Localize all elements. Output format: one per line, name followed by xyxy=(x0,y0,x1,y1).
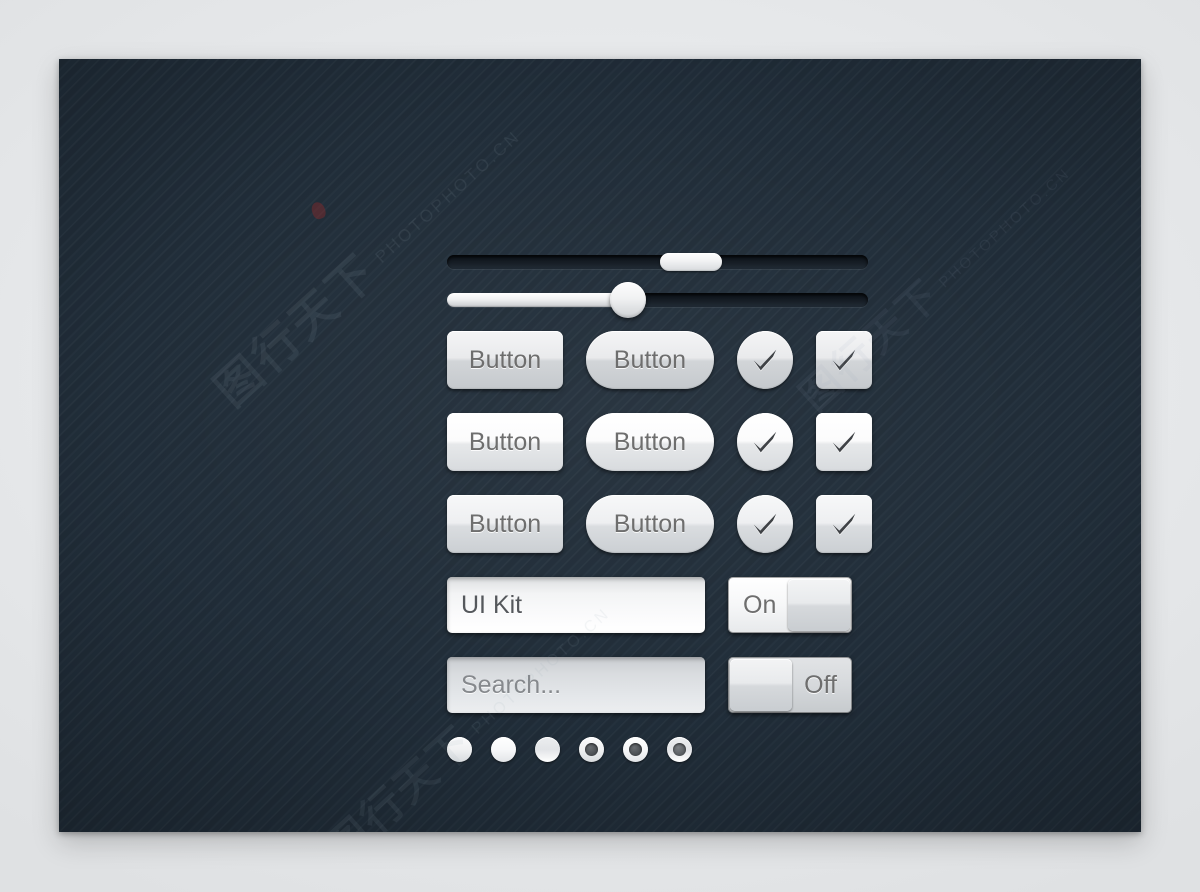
slider-row-bottom xyxy=(447,282,872,318)
rect-button-hover[interactable]: Button xyxy=(447,413,564,471)
checkmark-icon xyxy=(753,513,777,535)
search-field-empty xyxy=(447,657,705,713)
watermark-text: PHOTOPHOTO.CN xyxy=(935,164,1075,292)
slider-bottom-handle[interactable] xyxy=(610,282,647,318)
radio-3[interactable] xyxy=(535,737,560,762)
square-checkbox-normal[interactable] xyxy=(815,331,873,389)
button-row-hover: Button Button xyxy=(447,413,873,471)
widget-stack: Button Button Button Button Button Butto… xyxy=(447,253,873,762)
checkmark-icon xyxy=(832,513,856,535)
toggle-on-knob[interactable] xyxy=(788,579,850,631)
search-input-empty[interactable] xyxy=(447,657,705,713)
ui-kit-panel: 图行天下 PHOTOPHOTO.CN 图行天下 PHOTOPHOTO.CN 图行… xyxy=(59,59,1141,832)
slider-top-handle[interactable] xyxy=(660,253,723,271)
watermark-bottom-right: 图行天下 PHOTOPHOTO.CN xyxy=(938,681,1141,832)
pill-button-hover[interactable]: Button xyxy=(586,413,714,471)
slider-bottom-fill xyxy=(447,293,629,307)
search-toggle-row-bottom: Off xyxy=(447,657,872,713)
checkmark-icon xyxy=(832,349,856,371)
toggle-off-knob[interactable] xyxy=(730,659,792,711)
pill-button-pressed[interactable]: Button xyxy=(586,495,714,553)
search-input-filled[interactable] xyxy=(447,577,705,633)
checkmark-icon xyxy=(832,431,856,453)
watermark-cjk: 图行天下 xyxy=(203,242,389,417)
slider-bottom[interactable] xyxy=(447,282,868,318)
checkmark-icon xyxy=(753,431,777,453)
slider-top[interactable] xyxy=(447,253,868,271)
circle-checkbox-normal[interactable] xyxy=(736,331,793,389)
button-row-normal: Button Button xyxy=(447,331,873,389)
watermark-red-dot xyxy=(309,200,328,221)
toggle-on-label: On xyxy=(743,590,777,619)
radio-2[interactable] xyxy=(491,737,516,762)
radio-5[interactable] xyxy=(623,737,648,762)
button-row-pressed: Button Button xyxy=(447,495,873,553)
square-checkbox-pressed[interactable] xyxy=(815,495,873,553)
radio-6[interactable] xyxy=(667,737,692,762)
circle-checkbox-pressed[interactable] xyxy=(736,495,793,553)
search-toggle-row-top: On xyxy=(447,577,872,633)
toggle-off[interactable]: Off xyxy=(728,657,852,713)
slider-row-top xyxy=(447,253,872,271)
checkmark-icon xyxy=(753,349,777,371)
pill-button-normal[interactable]: Button xyxy=(586,331,714,389)
search-field-filled xyxy=(447,577,705,633)
rect-button-pressed[interactable]: Button xyxy=(447,495,564,553)
radio-1[interactable] xyxy=(447,737,472,762)
toggle-on[interactable]: On xyxy=(728,577,852,633)
radio-button-group xyxy=(447,737,872,762)
radio-4[interactable] xyxy=(579,737,604,762)
rect-button-normal[interactable]: Button xyxy=(447,331,564,389)
watermark-text: PHOTOPHOTO.CN xyxy=(371,126,525,267)
square-checkbox-hover[interactable] xyxy=(815,413,873,471)
circle-checkbox-hover[interactable] xyxy=(736,413,793,471)
toggle-off-label: Off xyxy=(804,670,837,699)
